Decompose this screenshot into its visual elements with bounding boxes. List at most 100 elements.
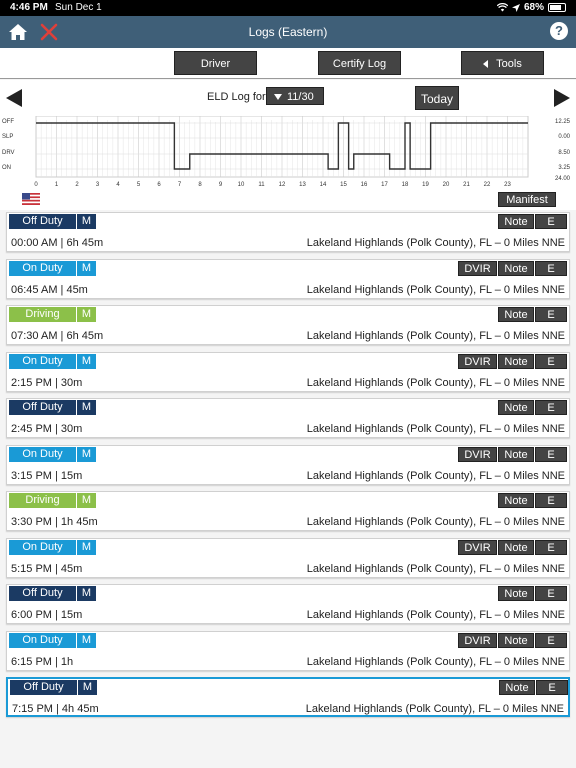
entry-location: Lakeland Highlands (Polk County), FL – 0… — [306, 562, 565, 575]
dvir-button[interactable]: DVIR — [458, 353, 497, 369]
note-button[interactable]: Note — [499, 680, 535, 695]
duty-status-badge: Driving — [9, 307, 76, 322]
edit-button[interactable]: E — [535, 307, 567, 322]
previous-day-arrow-icon[interactable] — [6, 89, 22, 107]
note-button[interactable]: Note — [498, 539, 534, 555]
edit-button[interactable]: E — [535, 539, 567, 555]
entry-location: Lakeland Highlands (Polk County), FL – 0… — [306, 655, 565, 668]
log-entry[interactable]: Off Duty M E Note 6:00 PM | 15m Lakeland High… — [6, 584, 570, 624]
log-entry[interactable]: Off Duty M E Note 7:15 PM | 4h 45m Lakeland H… — [6, 677, 570, 717]
manual-badge: M — [77, 214, 96, 229]
graph-row-total: 8.50 — [558, 150, 570, 156]
graph-hour-label: 3 — [95, 182, 100, 188]
manual-badge: M — [78, 680, 97, 695]
log-entry[interactable]: On Duty M E Note DVIR 3:15 PM | 15m Lakeland H… — [6, 444, 570, 485]
today-button[interactable]: Today — [415, 86, 459, 110]
note-button[interactable]: Note — [498, 632, 534, 648]
manifest-button[interactable]: Manifest — [498, 192, 556, 207]
graph-hour-label: 1 — [54, 182, 59, 188]
graph-hour-label: 23 — [504, 182, 511, 188]
graph-row-label: OFF — [2, 119, 14, 125]
entry-time: 3:30 PM | 1h 45m — [11, 516, 98, 528]
graph-row-label: DRV — [2, 150, 15, 156]
note-button[interactable]: Note — [498, 307, 534, 322]
battery-percent: 68% — [523, 2, 544, 13]
graph-hour-label: 13 — [299, 182, 306, 188]
note-button[interactable]: Note — [498, 446, 534, 462]
log-entry[interactable]: On Duty M E Note DVIR 5:15 PM | 45m Lakeland H… — [6, 537, 570, 578]
duty-status-badge: On Duty — [9, 446, 76, 462]
log-entry[interactable]: Driving M E Note 3:30 PM | 1h 45m Lakeland Hi… — [6, 491, 570, 531]
dvir-button[interactable]: DVIR — [458, 539, 497, 555]
graph-row-label: ON — [2, 165, 11, 171]
graph-row-total: 0.00 — [558, 134, 570, 140]
help-icon[interactable]: ? — [550, 22, 568, 40]
eld-log-label: ELD Log for — [207, 91, 266, 103]
duty-status-badge: On Duty — [9, 539, 76, 555]
entry-location: Lakeland Highlands (Polk County), FL – 0… — [306, 423, 565, 435]
log-header: ELD Log for 11/30 Today OFF 12.25 SLP 0.00 D… — [0, 80, 576, 210]
entry-location: Lakeland Highlands (Polk County), FL – 0… — [306, 237, 565, 249]
log-entry[interactable]: Driving M E Note 07:30 AM | 6h 45m Lakeland H… — [6, 305, 570, 345]
driver-button[interactable]: Driver — [174, 51, 257, 75]
entry-time: 06:45 AM | 45m — [11, 283, 88, 296]
log-entry[interactable]: On Duty M E Note DVIR 2:15 PM | 30m Lakeland H… — [6, 351, 570, 392]
edit-button[interactable]: E — [535, 586, 567, 601]
tools-button[interactable]: Tools — [461, 51, 544, 75]
edit-button[interactable]: E — [536, 680, 568, 695]
manual-badge: M — [77, 493, 96, 508]
manual-badge: M — [77, 400, 96, 415]
edit-button[interactable]: E — [535, 493, 567, 508]
next-day-arrow-icon[interactable] — [554, 89, 570, 107]
note-button[interactable]: Note — [498, 400, 534, 415]
log-entry[interactable]: Off Duty M E Note 2:45 PM | 30m Lakeland High… — [6, 398, 570, 438]
note-button[interactable]: Note — [498, 260, 534, 276]
log-entry[interactable]: On Duty M E Note DVIR 6:15 PM | 1h Lakeland Hi… — [6, 630, 570, 671]
duty-status-badge: Off Duty — [10, 680, 77, 695]
graph-row-total: 3.25 — [558, 165, 570, 171]
graph-hour-label: 9 — [218, 182, 223, 188]
note-button[interactable]: Note — [498, 493, 534, 508]
dvir-button[interactable]: DVIR — [458, 446, 497, 462]
entry-time: 2:15 PM | 30m — [11, 376, 83, 389]
entry-location: Lakeland Highlands (Polk County), FL – 0… — [306, 609, 565, 621]
graph-hour-label: 10 — [237, 182, 245, 188]
graph-hour-label: 5 — [136, 182, 141, 188]
edit-button[interactable]: E — [535, 353, 567, 369]
dvir-button[interactable]: DVIR — [458, 632, 497, 648]
log-date-value: 11/30 — [287, 91, 314, 103]
edit-button[interactable]: E — [535, 632, 567, 648]
entry-time: 2:45 PM | 30m — [11, 423, 83, 435]
entry-location: Lakeland Highlands (Polk County), FL – 0… — [306, 283, 565, 296]
duty-status-badge: On Duty — [9, 353, 76, 369]
edit-button[interactable]: E — [535, 446, 567, 462]
dvir-button[interactable]: DVIR — [458, 260, 497, 276]
log-entry[interactable]: Off Duty M E Note 00:00 AM | 6h 45m Lakeland … — [6, 212, 570, 252]
graph-hour-label: 6 — [157, 182, 161, 188]
duty-status-badge: Driving — [9, 493, 76, 508]
manual-badge: M — [77, 446, 96, 462]
duty-status-badge: Off Duty — [9, 214, 76, 229]
edit-button[interactable]: E — [535, 214, 567, 229]
note-button[interactable]: Note — [498, 353, 534, 369]
note-button[interactable]: Note — [498, 214, 534, 229]
certify-log-button[interactable]: Certify Log — [318, 51, 401, 75]
graph-hour-label: 0 — [34, 182, 38, 188]
log-date-select[interactable]: 11/30 — [266, 87, 324, 105]
manual-badge: M — [77, 353, 96, 369]
graph-hour-label: 16 — [360, 182, 368, 188]
log-entry[interactable]: On Duty M E Note DVIR 06:45 AM | 45m Lakeland … — [6, 258, 570, 299]
entry-time: 7:15 PM | 4h 45m — [12, 703, 99, 715]
us-flag-icon — [22, 193, 40, 205]
caret-left-icon — [483, 60, 489, 69]
duty-status-badge: On Duty — [9, 260, 76, 276]
edit-button[interactable]: E — [535, 260, 567, 276]
graph-hour-label: 20 — [442, 182, 450, 188]
status-right: 68% — [496, 2, 566, 13]
entry-time: 07:30 AM | 6h 45m — [11, 330, 104, 342]
edit-button[interactable]: E — [535, 400, 567, 415]
duty-status-badge: Off Duty — [9, 400, 76, 415]
manual-badge: M — [77, 539, 96, 555]
note-button[interactable]: Note — [498, 586, 534, 601]
manual-badge: M — [77, 307, 96, 322]
